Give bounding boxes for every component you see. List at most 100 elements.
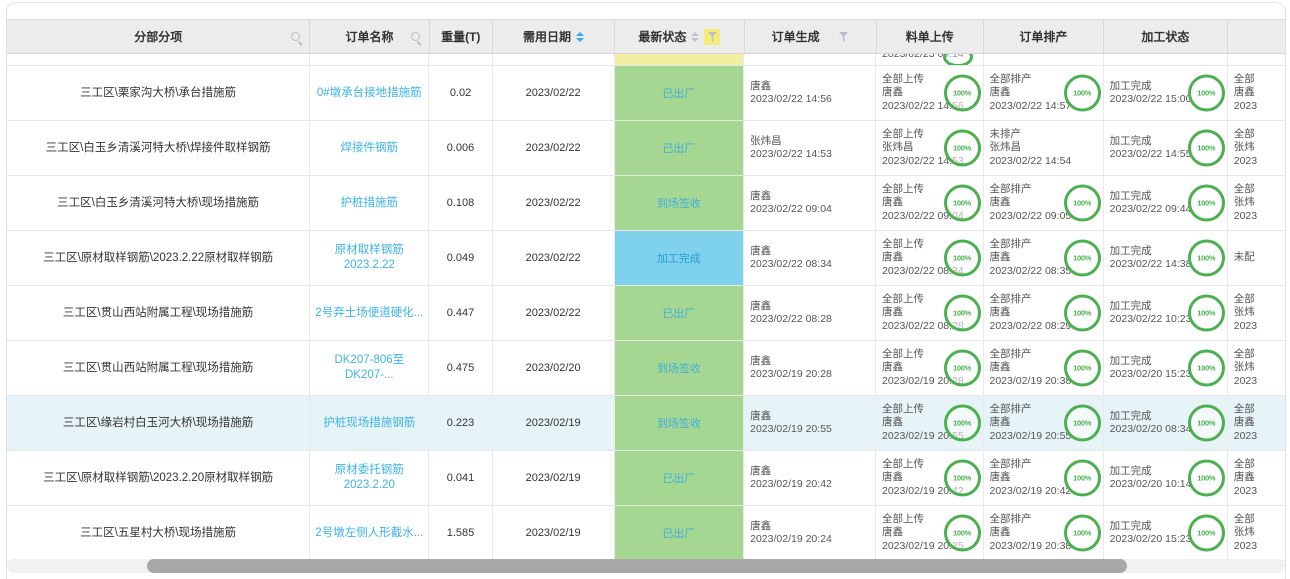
progress-ring-label: 100% bbox=[1197, 199, 1215, 208]
filter-active-highlight[interactable] bbox=[704, 29, 720, 45]
operator-name: 唐鑫 bbox=[882, 251, 903, 265]
division-cell: 三工区\原材取样钢筋\2023.2.20原材取样钢筋 bbox=[7, 451, 310, 505]
order-name-link[interactable]: 2号墩左侧人形截水... bbox=[315, 526, 423, 541]
progress-ring-label: 100% bbox=[953, 529, 971, 538]
processing-time: 2023/02/22 10:23 bbox=[1110, 313, 1192, 327]
upload-state: 全部上传 bbox=[882, 238, 924, 252]
table-row[interactable]: 三工区\白玉乡清溪河特大桥\焊接件取样钢筋焊接件钢筋0.0062023/02/2… bbox=[7, 121, 1286, 176]
delivery-line: 2023 bbox=[1234, 100, 1257, 114]
delivery-line: 全部 bbox=[1234, 183, 1255, 197]
processing-status-cell: 加工完成2023/02/22 14:38100% bbox=[1104, 231, 1228, 285]
horizontal-scrollbar-thumb[interactable] bbox=[147, 559, 1127, 573]
table-row[interactable]: 三工区\白玉乡清溪河特大桥\现场措施筋护桩措施筋0.1082023/02/22到… bbox=[7, 176, 1286, 231]
col-header-required-date[interactable]: 需用日期 bbox=[493, 20, 615, 53]
delivery-status-cell: 全部唐鑫2023 bbox=[1228, 396, 1286, 450]
progress-ring-label: 100% bbox=[1197, 364, 1215, 373]
weight-cell: 0.475 bbox=[429, 341, 492, 395]
col-header-material-upload-label: 料单上传 bbox=[906, 28, 954, 45]
order-name-cell: 护桩现场措施钢筋 bbox=[310, 396, 429, 450]
progress-ring-label: 100% bbox=[1073, 364, 1091, 373]
operator-name: 唐鑫 bbox=[882, 86, 903, 100]
delivery-line: 2023 bbox=[1234, 155, 1257, 169]
delivery-line: 唐鑫 bbox=[1234, 86, 1255, 100]
order-generated-cell: 唐鑫2023/02/19 20:24 bbox=[744, 506, 876, 560]
order-name-link[interactable]: 护桩现场措施钢筋 bbox=[323, 416, 415, 431]
search-icon[interactable] bbox=[291, 32, 300, 41]
processing-time: 2023/02/20 15:23 bbox=[1110, 533, 1192, 547]
operator-name: 张炜昌 bbox=[990, 141, 1022, 155]
search-icon[interactable] bbox=[411, 32, 420, 41]
table-row[interactable]: 三工区\贯山西站附属工程\现场措施筋DK207-806至DK207-...0.4… bbox=[7, 341, 1286, 396]
status-badge: 到场签收 bbox=[615, 396, 745, 450]
progress-ring: 100% bbox=[1188, 240, 1225, 277]
col-header-processing-status[interactable]: 加工状态 bbox=[1104, 20, 1228, 53]
table-row[interactable]: 三工区\原材取样钢筋\2023.2.20原材取样钢筋原材委托钢筋2023.2.2… bbox=[7, 451, 1286, 506]
scheduling-time: 2023/02/19 20:38 bbox=[990, 375, 1072, 389]
status-badge: 已出厂 bbox=[615, 121, 745, 175]
col-header-order-name[interactable]: 订单名称 bbox=[310, 20, 429, 53]
operator-name: 唐鑫 bbox=[750, 465, 771, 479]
col-header-weight-label: 重量(T) bbox=[441, 28, 480, 45]
horizontal-scrollbar-track[interactable] bbox=[7, 559, 1285, 573]
status-badge: 已出厂 bbox=[615, 451, 745, 505]
progress-ring: 100% bbox=[1064, 405, 1101, 442]
order-name-link[interactable]: 原材委托钢筋2023.2.20 bbox=[314, 463, 424, 493]
progress-ring: 100% bbox=[944, 295, 981, 332]
table-row[interactable]: 三工区\栗家沟大桥\承台措施筋0#墩承台接地措施筋0.022023/02/22已… bbox=[7, 66, 1286, 121]
operator-name: 唐鑫 bbox=[990, 251, 1011, 265]
operator-name: 唐鑫 bbox=[882, 361, 903, 375]
operator-name: 唐鑫 bbox=[750, 410, 771, 424]
operator-name: 唐鑫 bbox=[990, 471, 1011, 485]
table-row[interactable]: 三工区\缘岩村白玉河大桥\现场措施筋护桩现场措施钢筋0.2232023/02/1… bbox=[7, 396, 1286, 451]
sort-icon[interactable] bbox=[691, 32, 699, 42]
progress-ring: 100% bbox=[1188, 75, 1225, 112]
order-name-link[interactable]: 2号弃土场便道硬化... bbox=[315, 306, 423, 321]
generated-time: 2023/02/22 08:34 bbox=[750, 258, 832, 272]
scheduling-time: 2023/02/22 14:54 bbox=[990, 155, 1072, 169]
table-row[interactable]: 三工区\五星村大桥\现场措施筋2号墩左侧人形截水...1.5852023/02/… bbox=[7, 506, 1286, 561]
progress-ring: 100% bbox=[1188, 460, 1225, 497]
order-name-link[interactable]: 0#墩承台接地措施筋 bbox=[317, 86, 422, 101]
col-header-required-date-label: 需用日期 bbox=[523, 28, 571, 45]
col-header-material-upload[interactable]: 料单上传 bbox=[877, 20, 984, 53]
status-badge: 已出厂 bbox=[615, 66, 745, 120]
order-name-link[interactable]: 焊接件钢筋 bbox=[341, 141, 399, 156]
material-upload-cell: 全部上传唐鑫2023/02/22 08:34100% bbox=[876, 231, 984, 285]
col-header-latest-status-label: 最新状态 bbox=[638, 28, 686, 45]
order-name-link[interactable]: 护桩措施筋 bbox=[341, 196, 399, 211]
order-name-link[interactable]: DK207-806至DK207-... bbox=[314, 353, 424, 383]
col-header-order-scheduling[interactable]: 订单排产 bbox=[984, 20, 1104, 53]
clipped-row-top[interactable]: 2023/02/23 09:14 bbox=[7, 54, 1286, 66]
sort-icon[interactable] bbox=[576, 32, 584, 42]
division-cell: 三工区\栗家沟大桥\承台措施筋 bbox=[7, 66, 310, 120]
upload-state: 全部上传 bbox=[882, 458, 924, 472]
scheduling-time: 2023/02/19 20:42 bbox=[990, 485, 1072, 499]
order-name-cell: 原材取样钢筋2023.2.22 bbox=[310, 231, 429, 285]
order-name-link[interactable]: 原材取样钢筋2023.2.22 bbox=[314, 243, 424, 273]
filter-icon[interactable] bbox=[839, 32, 849, 42]
col-header-latest-status[interactable]: 最新状态 bbox=[615, 20, 745, 53]
scheduling-time: 2023/02/19 20:55 bbox=[990, 430, 1072, 444]
col-header-division[interactable]: 分部分项 bbox=[7, 20, 310, 53]
division-cell: 三工区\白玉乡清溪河特大桥\现场措施筋 bbox=[7, 176, 310, 230]
processing-time: 2023/02/22 09:44 bbox=[1110, 203, 1192, 217]
delivery-line: 张炜 bbox=[1234, 306, 1255, 320]
table-row[interactable]: 三工区\贯山西站附属工程\现场措施筋2号弃土场便道硬化...0.4472023/… bbox=[7, 286, 1286, 341]
delivery-status-cell: 全部张炜2023 bbox=[1228, 286, 1286, 340]
order-generated-cell: 唐鑫2023/02/19 20:28 bbox=[744, 341, 876, 395]
table-row[interactable]: 三工区\原材取样钢筋\2023.2.22原材取样钢筋原材取样钢筋2023.2.2… bbox=[7, 231, 1286, 286]
division-cell: 三工区\原材取样钢筋\2023.2.22原材取样钢筋 bbox=[7, 231, 310, 285]
col-header-weight[interactable]: 重量(T) bbox=[430, 20, 493, 53]
progress-ring: 100% bbox=[1064, 75, 1101, 112]
progress-ring-label: 100% bbox=[1197, 89, 1215, 98]
order-scheduling-cell: 全部排产唐鑫2023/02/19 20:38100% bbox=[984, 341, 1104, 395]
progress-ring: 100% bbox=[1064, 295, 1101, 332]
progress-ring-label: 100% bbox=[953, 199, 971, 208]
order-name-cell: 护桩措施筋 bbox=[310, 176, 429, 230]
table-body: 三工区\栗家沟大桥\承台措施筋0#墩承台接地措施筋0.022023/02/22已… bbox=[7, 66, 1286, 561]
col-header-delivery-status[interactable] bbox=[1228, 20, 1286, 53]
status-badge: 到场签收 bbox=[615, 341, 745, 395]
col-header-order-generated[interactable]: 订单生成 bbox=[745, 20, 877, 53]
progress-ring-label: 100% bbox=[1073, 474, 1091, 483]
required-date-cell: 2023/02/20 bbox=[493, 341, 615, 395]
